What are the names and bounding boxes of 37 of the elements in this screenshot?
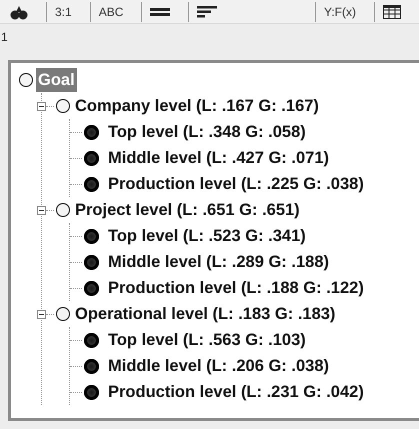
tree-node-label[interactable]: Middle level (L: .289 G: .188) <box>106 250 331 274</box>
alternative-node-icon <box>84 384 99 400</box>
alternative-node-icon <box>84 358 99 374</box>
tree-node-label[interactable]: Production level (L: .225 G: .038) <box>106 172 366 196</box>
tree-node-label[interactable]: Middle level (L: .206 G: .038) <box>106 354 331 378</box>
weights-icon <box>10 4 28 20</box>
collapse-icon[interactable] <box>37 206 46 214</box>
alternative-node-icon <box>84 150 99 166</box>
collapse-icon[interactable] <box>37 102 46 110</box>
table-icon <box>383 5 401 19</box>
tree-node-label[interactable]: Goal <box>36 68 77 92</box>
tree-node-label[interactable]: Top level (L: .563 G: .103) <box>106 328 308 352</box>
node-circle-icon <box>56 99 70 113</box>
equal-icon <box>150 7 170 17</box>
line-number: 1 <box>0 29 9 46</box>
node-circle-icon <box>19 73 33 87</box>
tree-node-label[interactable]: Production level (L: .231 G: .042) <box>106 380 366 404</box>
sort-lines-icon <box>197 6 218 18</box>
tree-node-label[interactable]: Operational level (L: .183 G: .183) <box>73 302 338 326</box>
alternative-node-icon <box>84 280 99 296</box>
node-circle-icon <box>56 307 70 321</box>
alternative-node-icon <box>84 176 99 192</box>
tree-node-label[interactable]: Middle level (L: .427 G: .071) <box>106 146 331 170</box>
alternative-node-icon <box>84 332 99 348</box>
tree-node-label[interactable]: Project level (L: .651 G: .651) <box>73 198 302 222</box>
tree-node-label[interactable]: Company level (L: .167 G: .167) <box>73 94 321 118</box>
tree-node-label[interactable]: Top level (L: .523 G: .341) <box>106 224 308 248</box>
toolbar-tab[interactable]: Y:F(x) <box>315 2 370 22</box>
node-circle-icon <box>56 203 70 217</box>
toolbar-tab[interactable]: ABC <box>90 2 138 22</box>
tree-node-label[interactable]: Top level (L: .348 G: .058) <box>106 120 308 144</box>
alternative-node-icon <box>84 254 99 270</box>
alternative-node-icon <box>84 124 99 140</box>
tree-node-label[interactable]: Production level (L: .188 G: .122) <box>106 276 366 300</box>
alternative-node-icon <box>84 228 99 244</box>
collapse-icon[interactable] <box>37 310 46 318</box>
toolbar-tab[interactable]: 3:1 <box>46 2 86 22</box>
